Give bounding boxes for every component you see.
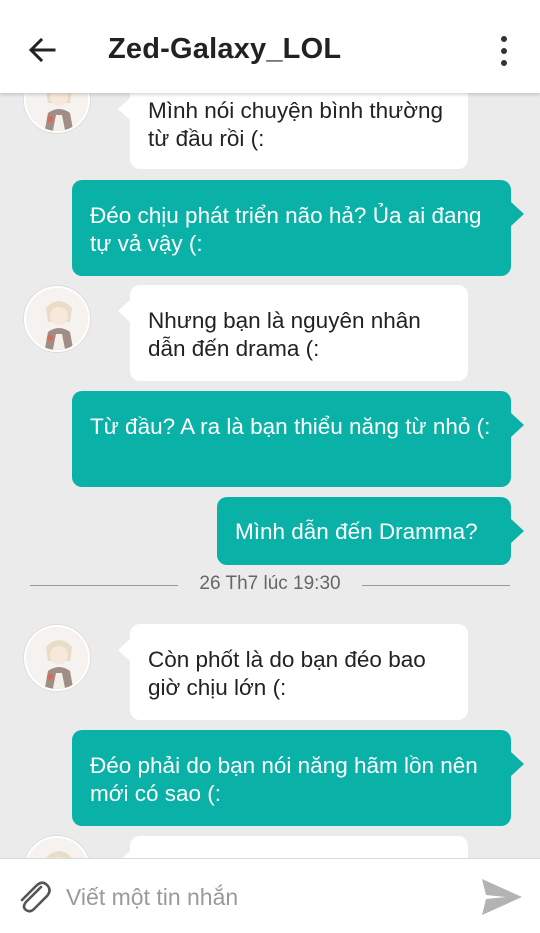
- attach-button[interactable]: [14, 877, 54, 917]
- outgoing-message[interactable]: Từ đầu? A ra là bạn thiểu năng từ nhỏ (:: [72, 391, 524, 487]
- incoming-message[interactable]: Còn phốt là do bạn đéo bao giờ chịu lớn …: [118, 624, 468, 720]
- date-separator: 26 Th7 lúc 19:30: [30, 571, 510, 601]
- outgoing-message[interactable]: Đéo phải do bạn nói năng hãm lồn nên mới…: [72, 730, 524, 826]
- more-options-button[interactable]: [488, 32, 520, 70]
- incoming-message[interactable]: Mình nói chuyện bình thường từ đầu rồi (…: [118, 93, 468, 169]
- avatar[interactable]: [24, 836, 90, 858]
- user-avatar-image: [26, 288, 88, 350]
- more-vertical-icon: [501, 36, 507, 42]
- message-composer: [0, 858, 540, 933]
- incoming-message[interactable]: [118, 836, 468, 858]
- user-avatar-image: [26, 838, 88, 858]
- user-avatar-image: [26, 627, 88, 689]
- send-button[interactable]: [478, 875, 526, 919]
- outgoing-message[interactable]: Đéo chịu phát triển não hả? Ủa ai đang t…: [72, 180, 524, 276]
- avatar[interactable]: [24, 93, 90, 133]
- avatar[interactable]: [24, 286, 90, 352]
- send-icon: [482, 879, 522, 915]
- incoming-message[interactable]: Nhưng bạn là nguyên nhân dẫn đến drama (…: [118, 285, 468, 381]
- avatar[interactable]: [24, 625, 90, 691]
- message-input[interactable]: [66, 877, 456, 917]
- conversation-title: Zed-Galaxy_LOL: [108, 33, 342, 65]
- back-button[interactable]: [22, 30, 62, 70]
- chat-screen: Zed-Galaxy_LOL Mình nói chuyện bình thườ…: [0, 0, 540, 933]
- arrow-left-icon: [28, 38, 56, 62]
- date-separator-label: 26 Th7 lúc 19:30: [199, 573, 341, 594]
- paperclip-icon: [20, 881, 51, 913]
- top-app-bar: Zed-Galaxy_LOL: [0, 0, 540, 93]
- user-avatar-image: [26, 93, 88, 131]
- outgoing-message[interactable]: Mình dẫn đến Dramma?: [217, 497, 524, 565]
- message-list[interactable]: Mình nói chuyện bình thường từ đầu rồi (…: [0, 93, 540, 858]
